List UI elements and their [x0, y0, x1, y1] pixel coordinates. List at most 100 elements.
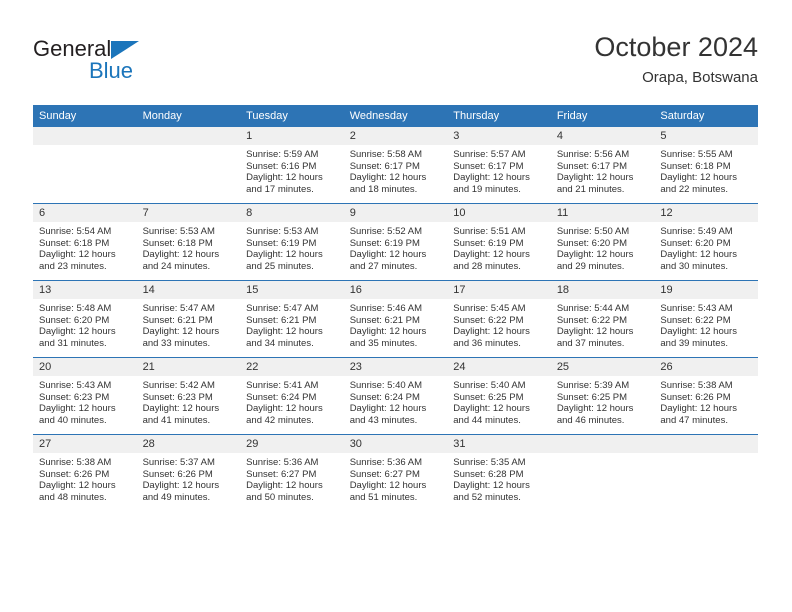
- calendar-day-cell[interactable]: 5 Sunrise: 5:55 AM Sunset: 6:18 PM Daylight…: [654, 127, 758, 204]
- calendar-day-cell[interactable]: 20 Sunrise: 5:43 AM Sunset: 6:23 PM Dayligh…: [33, 357, 137, 435]
- daylight-text: Daylight: 12 hours and 35 minutes.: [349, 326, 427, 349]
- calendar-day-cell[interactable]: 19 Sunrise: 5:43 AM Sunset: 6:22 PM Dayligh…: [654, 280, 758, 358]
- logo-triangle-icon: [111, 41, 139, 59]
- daylight-text: Daylight: 12 hours and 33 minutes.: [142, 326, 220, 349]
- day-details: Sunrise: 5:53 AM Sunset: 6:18 PM Daylight:…: [137, 222, 241, 272]
- calendar-day-cell[interactable]: 1 Sunrise: 5:59 AM Sunset: 6:16 PM Daylight…: [240, 127, 344, 204]
- sunset-text: Sunset: 6:25 PM: [453, 391, 524, 403]
- general-blue-logo[interactable]: General Blue: [33, 36, 213, 86]
- day-number: 29: [240, 435, 344, 453]
- sunrise-text: Sunrise: 5:43 AM: [660, 303, 733, 314]
- calendar-day-cell[interactable]: 30 Sunrise: 5:36 AM Sunset: 6:27 PM Dayligh…: [343, 434, 448, 511]
- sunrise-text: Sunrise: 5:40 AM: [453, 380, 526, 391]
- day-number: 28: [136, 435, 241, 453]
- sunrise-text: Sunrise: 5:40 AM: [349, 380, 423, 391]
- calendar-day-cell[interactable]: 26 Sunrise: 5:38 AM Sunset: 6:26 PM Dayligh…: [654, 357, 758, 435]
- sunrise-text: Sunrise: 5:56 AM: [556, 149, 630, 160]
- calendar-day-cell[interactable]: 15 Sunrise: 5:47 AM Sunset: 6:21 PM Dayligh…: [240, 280, 344, 358]
- calendar-day-cell[interactable]: 31 Sunrise: 5:35 AM Sunset: 6:28 PM Dayligh…: [447, 434, 551, 511]
- calendar-day-cell[interactable]: 4 Sunrise: 5:56 AM Sunset: 6:17 PM Daylight…: [550, 127, 655, 204]
- sunrise-text: Sunrise: 5:55 AM: [660, 149, 733, 160]
- day-details: Sunrise: 5:39 AM Sunset: 6:25 PM Daylight:…: [551, 376, 655, 426]
- calendar-day-cell[interactable]: 23 Sunrise: 5:40 AM Sunset: 6:24 PM Dayligh…: [343, 357, 448, 435]
- daylight-text: Daylight: 12 hours and 22 minutes.: [660, 172, 737, 195]
- calendar-day-cell[interactable]: 24 Sunrise: 5:40 AM Sunset: 6:25 PM Dayligh…: [447, 357, 551, 435]
- sunset-text: Sunset: 6:21 PM: [349, 314, 420, 326]
- day-details: Sunrise: 5:37 AM Sunset: 6:26 PM Daylight:…: [137, 453, 241, 503]
- calendar-day-cell[interactable]: 14 Sunrise: 5:47 AM Sunset: 6:21 PM Dayligh…: [136, 280, 241, 358]
- calendar-day-cell[interactable]: 7 Sunrise: 5:53 AM Sunset: 6:18 PM Daylight…: [136, 203, 241, 281]
- day-details: Sunrise: 5:52 AM Sunset: 6:19 PM Daylight:…: [344, 222, 448, 272]
- daylight-text: Daylight: 12 hours and 30 minutes.: [660, 249, 737, 272]
- sunset-text: Sunset: 6:20 PM: [660, 237, 731, 249]
- sunrise-text: Sunrise: 5:36 AM: [349, 457, 423, 468]
- sunset-text: Sunset: 6:19 PM: [349, 237, 420, 249]
- calendar-day-cell[interactable]: 16 Sunrise: 5:46 AM Sunset: 6:21 PM Dayligh…: [343, 280, 448, 358]
- daylight-text: Daylight: 12 hours and 39 minutes.: [660, 326, 737, 349]
- day-number: 13: [33, 281, 137, 299]
- day-details: [33, 145, 137, 149]
- calendar-day-cell[interactable]: 29 Sunrise: 5:36 AM Sunset: 6:27 PM Dayligh…: [240, 434, 344, 511]
- sunset-text: Sunset: 6:18 PM: [142, 237, 213, 249]
- sunset-text: Sunset: 6:21 PM: [142, 314, 213, 326]
- calendar-day-cell[interactable]: 9 Sunrise: 5:52 AM Sunset: 6:19 PM Daylight…: [343, 203, 448, 281]
- sunset-text: Sunset: 6:22 PM: [660, 314, 731, 326]
- daylight-text: Daylight: 12 hours and 36 minutes.: [453, 326, 530, 349]
- daylight-text: Daylight: 12 hours and 52 minutes.: [453, 480, 530, 503]
- daylight-text: Daylight: 12 hours and 28 minutes.: [453, 249, 530, 272]
- sunset-text: Sunset: 6:26 PM: [39, 468, 110, 480]
- calendar-day-cell[interactable]: 21 Sunrise: 5:42 AM Sunset: 6:23 PM Dayligh…: [136, 357, 241, 435]
- sunset-text: Sunset: 6:22 PM: [556, 314, 628, 326]
- calendar-day-cell[interactable]: 6 Sunrise: 5:54 AM Sunset: 6:18 PM Daylight…: [33, 203, 137, 281]
- sunrise-text: Sunrise: 5:36 AM: [246, 457, 319, 468]
- daylight-text: Daylight: 12 hours and 31 minutes.: [39, 326, 116, 349]
- calendar-day-cell[interactable]: 27 Sunrise: 5:38 AM Sunset: 6:26 PM Dayligh…: [33, 434, 137, 511]
- calendar-day-cell[interactable]: 17 Sunrise: 5:45 AM Sunset: 6:22 PM Dayligh…: [447, 280, 551, 358]
- calendar-day-cell[interactable]: 8 Sunrise: 5:53 AM Sunset: 6:19 PM Daylight…: [240, 203, 344, 281]
- sunset-text: Sunset: 6:18 PM: [39, 237, 110, 249]
- sunrise-text: Sunrise: 5:43 AM: [39, 380, 112, 391]
- day-number: 12: [654, 204, 758, 222]
- sunrise-text: Sunrise: 5:58 AM: [349, 149, 423, 160]
- day-number: 8: [240, 204, 344, 222]
- day-number: 21: [136, 358, 241, 376]
- calendar-week-row: 20 Sunrise: 5:43 AM Sunset: 6:23 PM Dayligh…: [33, 357, 758, 435]
- calendar-day-cell[interactable]: 12 Sunrise: 5:49 AM Sunset: 6:20 PM Dayligh…: [654, 203, 758, 281]
- day-number: 5: [654, 127, 758, 145]
- day-details: Sunrise: 5:43 AM Sunset: 6:22 PM Daylight:…: [654, 299, 758, 349]
- calendar-day-cell[interactable]: 13 Sunrise: 5:48 AM Sunset: 6:20 PM Dayligh…: [33, 280, 137, 358]
- daylight-text: Daylight: 12 hours and 37 minutes.: [556, 326, 634, 349]
- calendar-day-cell[interactable]: 2 Sunrise: 5:58 AM Sunset: 6:17 PM Daylight…: [343, 127, 448, 204]
- daylight-text: Daylight: 12 hours and 23 minutes.: [39, 249, 116, 272]
- calendar-week-row: 1 Sunrise: 5:59 AM Sunset: 6:16 PM Daylight…: [33, 127, 758, 204]
- day-number: 16: [343, 281, 448, 299]
- day-details: Sunrise: 5:47 AM Sunset: 6:21 PM Daylight:…: [240, 299, 344, 349]
- calendar-day-cell[interactable]: 10 Sunrise: 5:51 AM Sunset: 6:19 PM Dayligh…: [447, 203, 551, 281]
- weekday-header-thursday: Thursday: [447, 105, 551, 127]
- day-details: Sunrise: 5:51 AM Sunset: 6:19 PM Daylight:…: [447, 222, 551, 272]
- calendar-day-cell[interactable]: 28 Sunrise: 5:37 AM Sunset: 6:26 PM Dayligh…: [136, 434, 241, 511]
- day-details: Sunrise: 5:41 AM Sunset: 6:24 PM Daylight:…: [240, 376, 344, 426]
- weekday-header-wednesday: Wednesday: [343, 105, 448, 127]
- daylight-text: Daylight: 12 hours and 49 minutes.: [142, 480, 220, 503]
- sunrise-text: Sunrise: 5:53 AM: [246, 226, 319, 237]
- sunrise-text: Sunrise: 5:42 AM: [142, 380, 215, 391]
- sunset-text: Sunset: 6:20 PM: [556, 237, 628, 249]
- sunset-text: Sunset: 6:16 PM: [246, 160, 317, 172]
- calendar-header-row: Sunday Monday Tuesday Wednesday Thursday…: [33, 105, 758, 127]
- day-number: [550, 435, 655, 453]
- calendar-day-cell[interactable]: 25 Sunrise: 5:39 AM Sunset: 6:25 PM Dayligh…: [550, 357, 655, 435]
- sunset-text: Sunset: 6:18 PM: [660, 160, 731, 172]
- calendar-day-cell[interactable]: 22 Sunrise: 5:41 AM Sunset: 6:24 PM Dayligh…: [240, 357, 344, 435]
- page-header: General Blue October 2024 Orapa, Botswan…: [0, 0, 792, 100]
- sunrise-text: Sunrise: 5:38 AM: [39, 457, 112, 468]
- day-details: Sunrise: 5:43 AM Sunset: 6:23 PM Daylight:…: [33, 376, 137, 426]
- day-number: 27: [33, 435, 137, 453]
- day-details: [137, 145, 241, 149]
- calendar-day-cell[interactable]: 11 Sunrise: 5:50 AM Sunset: 6:20 PM Dayligh…: [550, 203, 655, 281]
- calendar-day-cell[interactable]: 3 Sunrise: 5:57 AM Sunset: 6:17 PM Daylight…: [447, 127, 551, 204]
- day-number: 20: [33, 358, 137, 376]
- day-number: 4: [550, 127, 655, 145]
- daylight-text: Daylight: 12 hours and 46 minutes.: [556, 403, 634, 426]
- calendar-day-cell[interactable]: 18 Sunrise: 5:44 AM Sunset: 6:22 PM Dayligh…: [550, 280, 655, 358]
